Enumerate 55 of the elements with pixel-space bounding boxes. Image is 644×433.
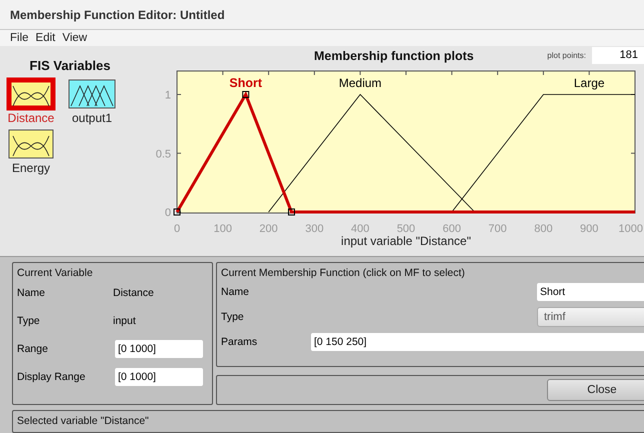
variable-icon[interactable] [66,77,118,111]
field-label: Display Range [17,371,86,383]
axis-tick-label: 200 [259,223,278,235]
axis-title: input variable "Distance" [341,234,471,248]
curve-label: Short [229,76,262,90]
plot-title: Membership function plots [314,48,474,62]
curve-handle[interactable] [174,208,180,216]
panel-title: Current Membership Function (click on MF to select) [221,267,466,279]
curve-label: Large [574,76,605,90]
field-label: Type [221,310,245,322]
variable-name: Distance [8,111,54,125]
axis-tick-label: 500 [396,223,416,235]
axis-tick-label: 700 [488,223,507,235]
panel-title: Current Variable [17,267,94,279]
close-button[interactable]: Close [547,379,644,401]
curve-handle[interactable] [242,91,250,98]
type-dropdown[interactable]: trimf [537,306,644,326]
menu-item[interactable]: View [62,32,88,44]
axis-tick-label: 900 [580,223,598,235]
field-label: Name [17,287,46,299]
field-value: Distance [113,287,154,299]
axis-tick-label: 600 [442,223,461,235]
variable-icon[interactable] [6,127,56,161]
menu-item[interactable]: File [10,32,29,44]
curve-label: Medium [338,76,382,90]
membership-curve[interactable] [268,94,476,212]
status-message: Selected variable "Distance" [17,415,149,427]
menu-item[interactable]: Edit [36,32,56,44]
axis-tick-label: 400 [351,223,370,235]
axis-tick-label: 0 [174,223,180,235]
curve-handle[interactable] [288,208,295,216]
input-field[interactable]: Short [537,282,644,300]
input-field[interactable]: [0 150 250] [311,332,644,350]
field-value: input [113,315,136,327]
axis-tick-label: 0 [164,207,171,219]
variable-name: Energy [12,161,50,175]
axis-tick-label: 300 [305,223,324,235]
membership-curve[interactable] [451,94,636,212]
field-label: plot points: [547,51,586,60]
field-label: Range [17,343,49,355]
axis-tick-label: 1000 [618,223,643,235]
axis-tick-label: 800 [534,223,553,235]
field-label: Type [17,315,41,327]
field-label: Name [221,286,250,298]
plot-points-field[interactable]: 181 [592,47,644,64]
variable-name: output1 [72,111,112,125]
variable-icon[interactable] [6,77,56,111]
window-title: Membership Function Editor: Untitled [10,8,225,22]
axis-tick-label: 100 [214,223,232,235]
section-title: FIS Variables [28,58,112,73]
field-label: Params [221,336,258,348]
input-field[interactable]: [0 1000] [115,368,203,386]
axis-tick-label: 1 [164,90,171,102]
input-field[interactable]: [0 1000] [115,340,203,358]
axis-tick-label: 0.5 [156,148,171,160]
